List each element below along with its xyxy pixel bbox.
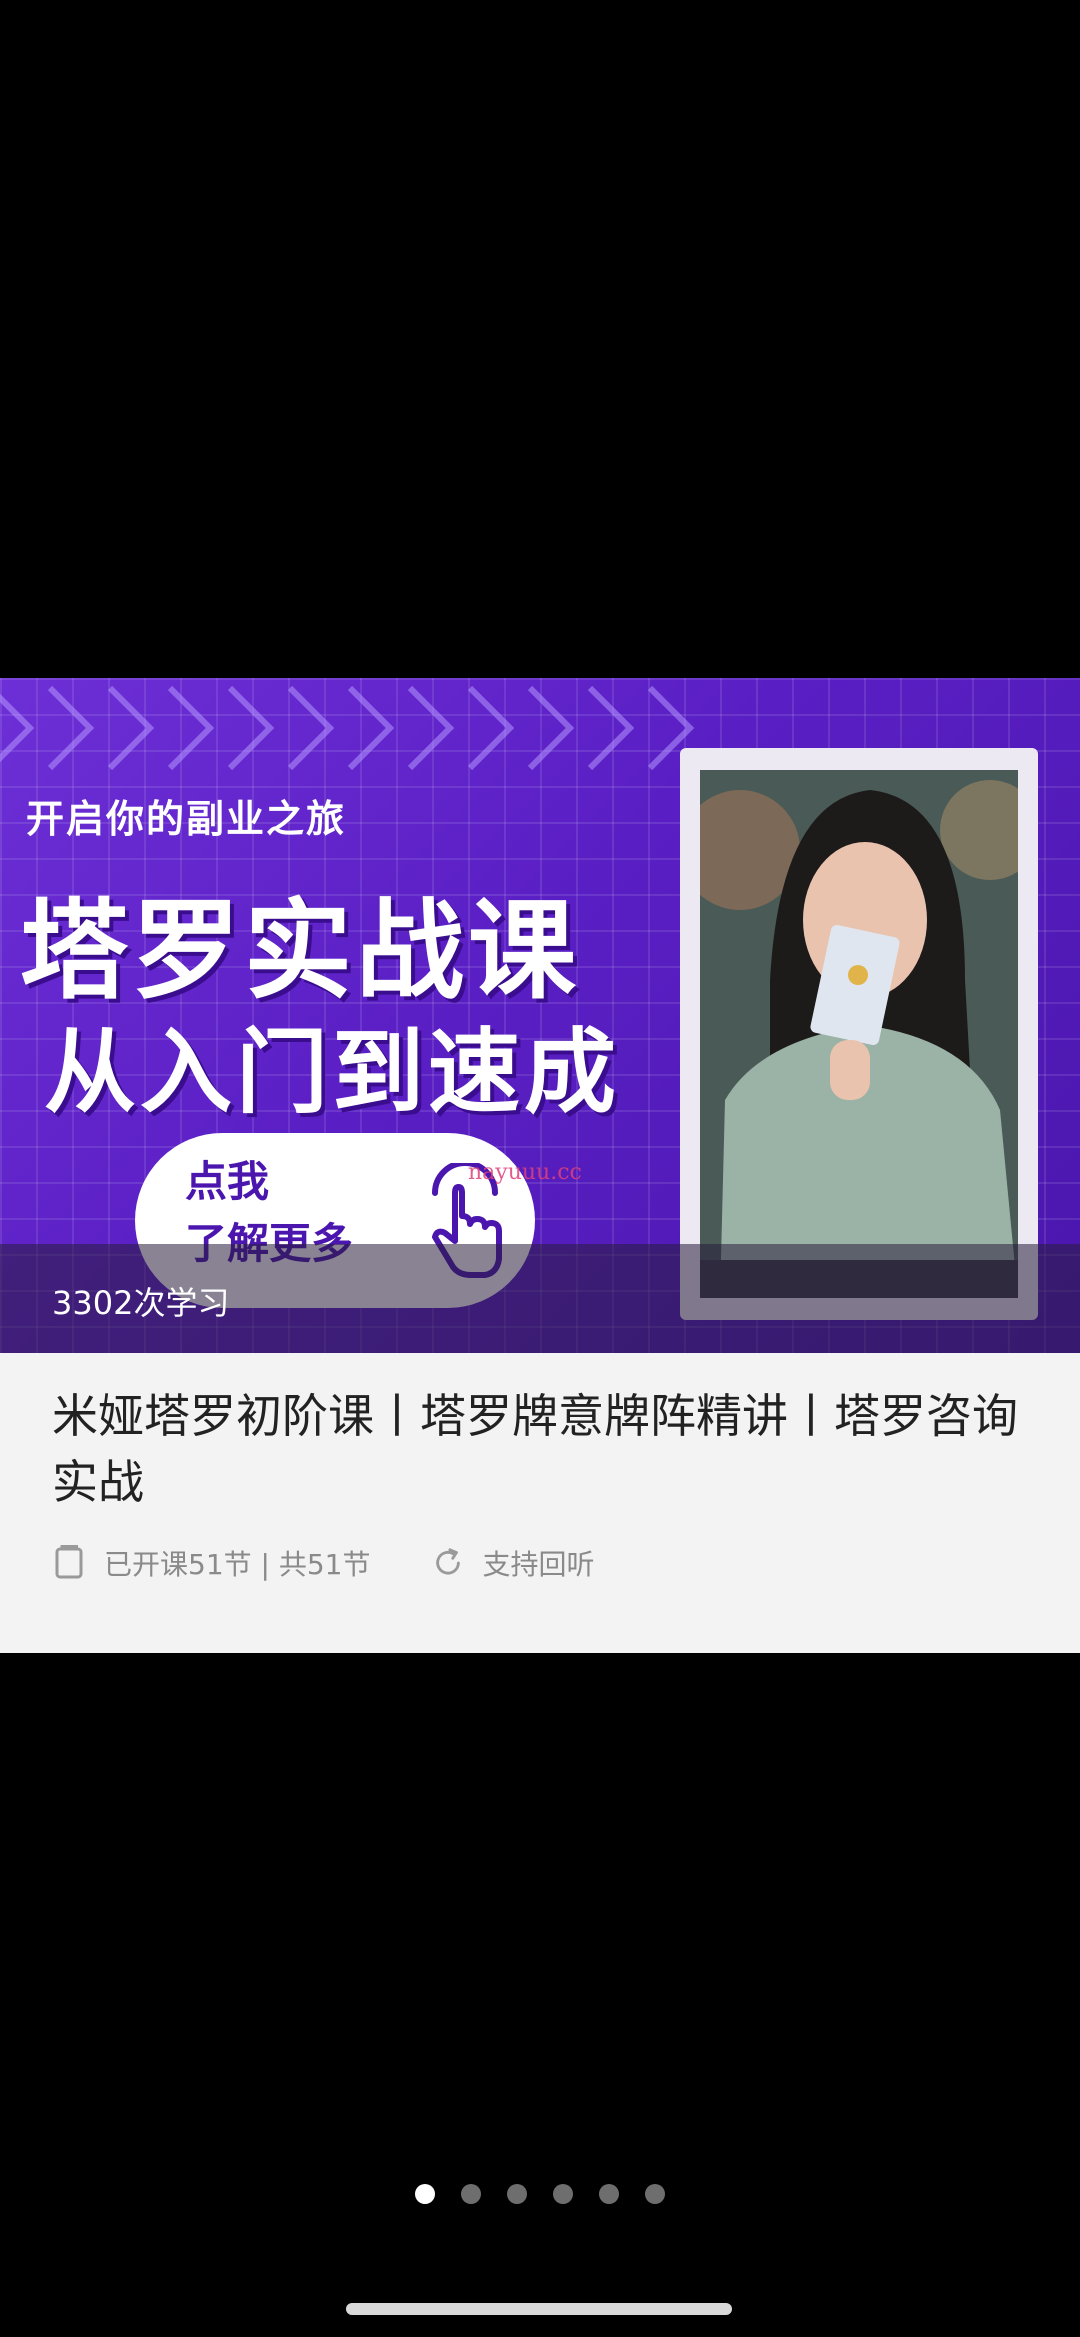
pager-dot-active[interactable] xyxy=(415,2184,435,2204)
lesson-doc-icon xyxy=(55,1545,83,1579)
banner-title-line2: 从入门到速成 xyxy=(44,1019,621,1126)
course-banner[interactable]: 开启你的副业之旅 塔罗实战课 从入门到速成 点我 了解更多 xyxy=(0,678,1080,1353)
banner-tagline: 开启你的副业之旅 xyxy=(26,797,347,841)
pager-dot[interactable] xyxy=(599,2184,619,2204)
lesson-count: 已开课51节 | 共51节 xyxy=(104,1548,371,1581)
pager-dot[interactable] xyxy=(507,2184,527,2204)
replay-support: 支持回听 xyxy=(482,1548,595,1581)
watermark: nayuuu.cc xyxy=(468,1160,582,1185)
course-info: 米娅塔罗初阶课丨塔罗牌意牌阵精讲丨塔罗咨询实战 已开课51节 | 共51节 支持… xyxy=(0,1353,1080,1653)
cta-line1: 点我 xyxy=(185,1157,270,1206)
pager-dot[interactable] xyxy=(645,2184,665,2204)
pager-dot[interactable] xyxy=(461,2184,481,2204)
view-count: 3302次学习 xyxy=(52,1284,230,1322)
replay-icon xyxy=(435,1548,460,1575)
instructor-photo-frame xyxy=(680,748,1038,1320)
carousel-pager xyxy=(0,2184,1080,2204)
instructor-photo xyxy=(700,770,1018,1298)
pager-dot[interactable] xyxy=(553,2184,573,2204)
course-meta: 已开课51节 | 共51节 支持回听 xyxy=(52,1543,595,1583)
banner-title-line1: 塔罗实战课 xyxy=(20,889,581,1014)
course-card[interactable]: 开启你的副业之旅 塔罗实战课 从入门到速成 点我 了解更多 xyxy=(0,678,1080,1653)
home-indicator[interactable] xyxy=(346,2303,732,2315)
course-title[interactable]: 米娅塔罗初阶课丨塔罗牌意牌阵精讲丨塔罗咨询实战 xyxy=(52,1383,1042,1515)
